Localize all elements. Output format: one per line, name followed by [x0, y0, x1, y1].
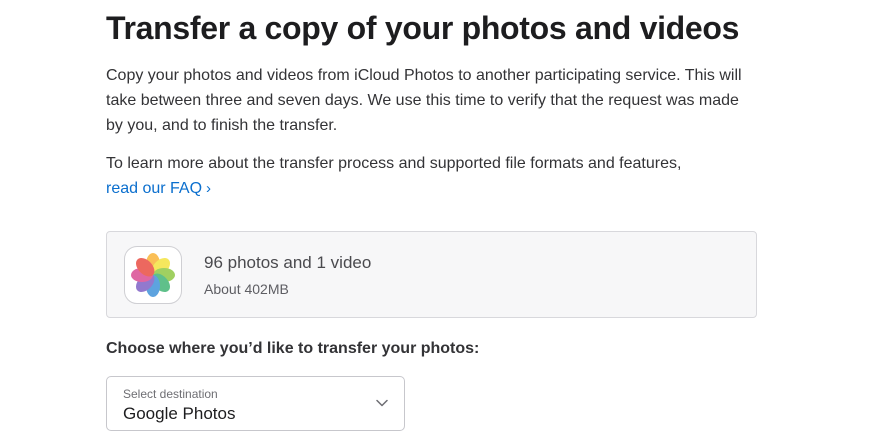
chevron-down-icon: [376, 399, 388, 407]
faq-link-label: read our FAQ: [106, 180, 203, 197]
destination-select-label: Select destination: [123, 387, 218, 401]
faq-paragraph-text: To learn more about the transfer process…: [106, 155, 682, 172]
chevron-right-icon: ›: [206, 180, 212, 197]
photos-app-icon: [124, 246, 182, 304]
library-item-count: 96 photos and 1 video: [204, 253, 372, 272]
photos-flower-graphic: [131, 253, 175, 297]
intro-paragraph: Copy your photos and videos from iCloud …: [106, 67, 742, 134]
destination-select-value: Google Photos: [123, 404, 236, 423]
library-summary-card: 96 photos and 1 video About 402MB: [106, 231, 757, 318]
faq-paragraph: To learn more about the transfer process…: [106, 151, 756, 201]
transfer-page: Transfer a copy of your photos and video…: [0, 0, 876, 438]
destination-prompt: Choose where you’d like to transfer your…: [106, 340, 480, 357]
page-title: Transfer a copy of your photos and video…: [106, 10, 740, 46]
destination-select[interactable]: Select destination Google Photos: [106, 376, 405, 431]
library-size: About 402MB: [204, 281, 289, 297]
faq-link[interactable]: read our FAQ ›: [106, 176, 211, 201]
